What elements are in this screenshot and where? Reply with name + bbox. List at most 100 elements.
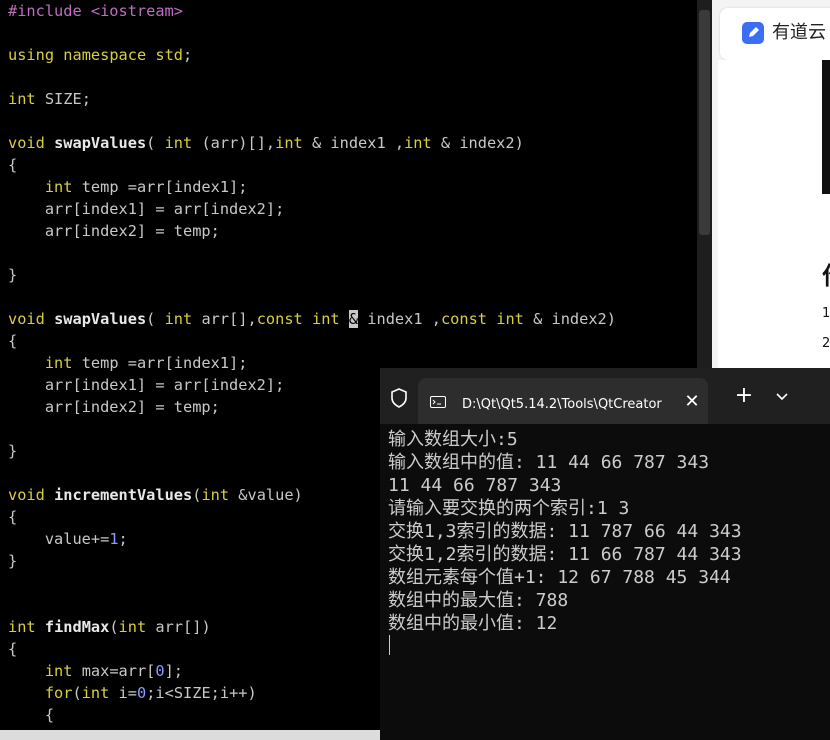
chevron-down-icon[interactable] [772,386,792,406]
youdao-logo-icon [742,22,764,44]
code-token: int [496,310,524,328]
code-line[interactable]: { [8,704,54,726]
code-token: (arr)[], [192,134,276,152]
code-token: SIZE; [35,90,91,108]
code-token: int [404,134,432,152]
code-line[interactable]: } [8,264,17,286]
code-token: int [81,684,110,702]
code-line[interactable]: using namespace std; [8,44,192,66]
code-token: int [201,486,230,504]
code-token: temp =arr[index1]; [72,178,248,196]
code-token: arr[index1] = arr[index2]; [8,200,285,218]
terminal-output-line: 交换1,3索引的数据: 11 787 66 44 343 [388,521,742,542]
code-token: int [44,662,73,680]
code-line[interactable]: int findMax(int arr[]) [8,616,211,638]
code-token: #include <iostream> [8,2,183,20]
terminal-tab[interactable]: D:\Qt\Qt5.14.2\Tools\QtCreator ✕ [418,378,708,424]
youdao-tab-title: 有道云 [772,22,826,43]
code-token: } [8,266,18,284]
terminal-output-line: 11 44 66 787 343 [388,475,562,496]
code-token: const [440,310,488,328]
code-line[interactable]: arr[index2] = temp; [8,220,220,242]
code-token: void [8,134,45,152]
code-line[interactable]: void swapValues( int arr[],const int & i… [8,308,616,330]
code-token: arr[], [192,310,257,328]
code-token: swapValues [54,310,147,328]
code-token: void [8,486,45,504]
code-token: 0 [136,684,147,702]
code-line[interactable]: { [8,154,17,176]
code-token: int [44,178,73,196]
code-token: value+= [8,530,110,548]
terminal-output-line: 请输入要交换的两个索引:1 3 [388,498,630,519]
code-token: arr[]) [146,618,211,636]
code-token: { [8,156,18,174]
terminal-output: 输入数组大小:5 输入数组中的值: 11 44 66 787 343 11 44 6… [388,428,828,635]
code-line[interactable]: int max=arr[0]; [8,660,183,682]
code-token: ;i<SIZE;i++) [146,684,257,702]
terminal-output-line: 数组元素每个值+1: 12 67 788 45 344 [388,567,731,588]
terminal-output-line: 输入数组中的值: 11 44 66 787 343 [388,452,710,473]
youdao-dark-image [822,60,830,194]
code-token: arr[index1] = arr[index2]; [8,376,285,394]
code-line[interactable]: arr[index2] = temp; [8,396,220,418]
code-line[interactable]: arr[index1] = arr[index2]; [8,374,284,396]
terminal-icon [430,396,446,408]
close-tab-icon[interactable]: ✕ [684,393,700,411]
code-token: int [8,90,36,108]
code-line[interactable]: void swapValues( int (arr)[],int & index… [8,132,524,154]
code-token: &value) [229,486,303,504]
code-token: & index2) [523,310,616,328]
youdao-list-item-2: 2】 [822,336,830,351]
youdao-document: 作 1】 2】 [718,60,830,370]
code-line[interactable]: #include <iostream> [8,0,183,22]
youdao-tab[interactable]: 有道云 [720,8,830,60]
terminal-output-line: 输入数组大小:5 [388,429,518,450]
code-token: ; [118,530,128,548]
shield-icon[interactable] [390,388,408,408]
editor-bottom-toolbar[interactable] [0,730,380,740]
code-line[interactable]: int temp =arr[index1]; [8,352,248,374]
terminal-window[interactable]: D:\Qt\Qt5.14.2\Tools\QtCreator ✕ + 输入数组大… [380,368,830,740]
code-token: ; [183,46,193,64]
code-token: & index1 , [302,134,405,152]
code-line[interactable]: { [8,506,17,528]
code-token: namespace [63,46,147,64]
code-token: ( [146,134,165,152]
code-token: int [164,134,193,152]
code-line[interactable]: int temp =arr[index1]; [8,176,248,198]
code-token: i= [109,684,137,702]
code-token: int [118,618,147,636]
code-line[interactable]: arr[index1] = arr[index2]; [8,198,284,220]
code-token: swapValues [54,134,147,152]
code-token: ( [146,310,165,328]
code-line[interactable]: { [8,638,17,660]
code-line[interactable]: void incrementValues(int &value) [8,484,303,506]
code-line[interactable]: { [8,330,17,352]
terminal-output-line: 数组中的最大值: 788 [388,590,569,611]
code-token: } [8,442,18,460]
new-tab-button[interactable]: + [734,385,754,407]
terminal-tab-bar: D:\Qt\Qt5.14.2\Tools\QtCreator ✕ + [380,368,830,424]
code-line[interactable]: } [8,440,17,462]
code-line[interactable]: } [8,550,17,572]
code-token: ( [109,618,119,636]
editor-scroll-thumb[interactable] [699,10,710,235]
code-token: using [8,46,55,64]
code-line[interactable]: int SIZE; [8,88,91,110]
code-token: { [8,706,55,724]
code-line[interactable]: for(int i=0;i<SIZE;i++) [8,682,257,704]
code-token: void [8,310,45,328]
code-line[interactable]: value+=1; [8,528,128,550]
code-token: findMax [44,618,110,636]
